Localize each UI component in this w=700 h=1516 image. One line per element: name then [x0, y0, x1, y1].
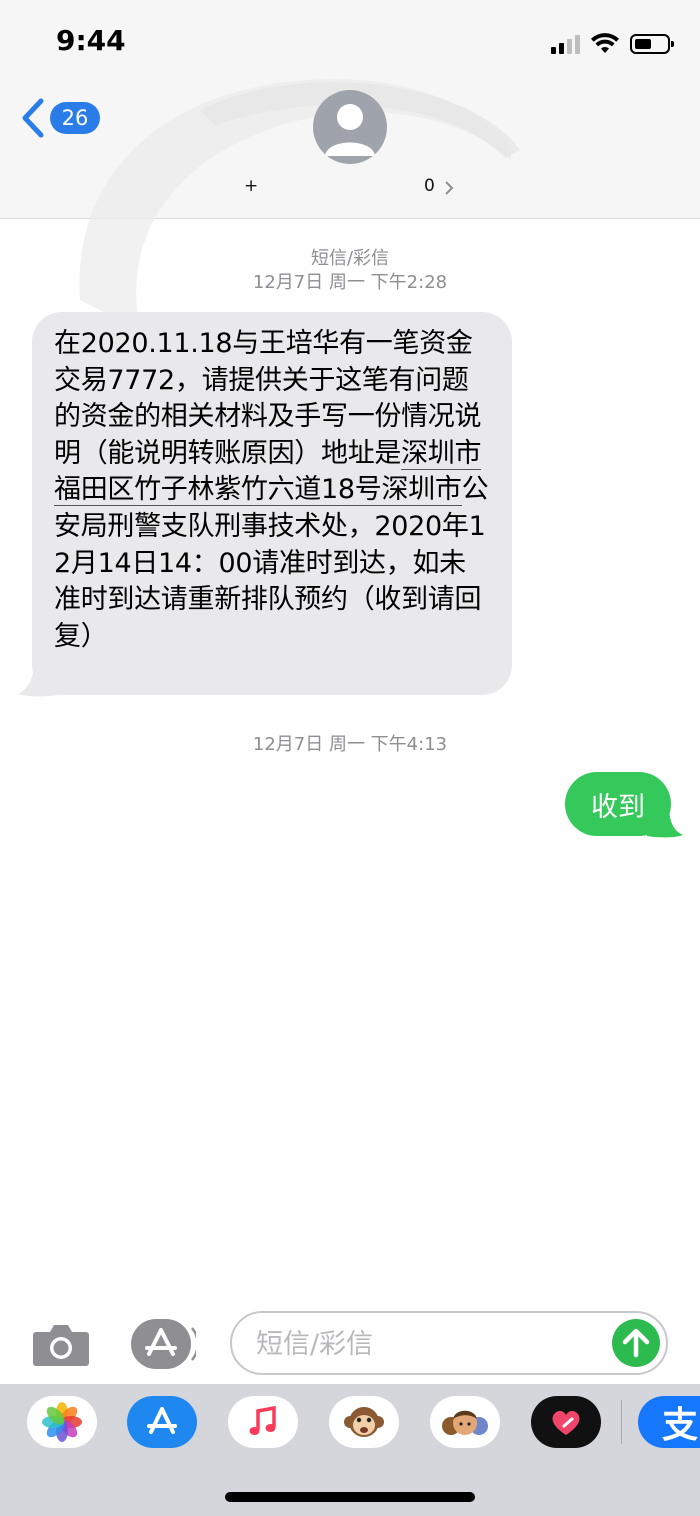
alipay-app-button[interactable]: 支	[638, 1396, 700, 1448]
contact-number-suffix: 0	[424, 176, 435, 196]
animoji-app-button[interactable]	[329, 1396, 399, 1448]
photos-app-button[interactable]	[27, 1396, 97, 1448]
contact-number-prefix: +	[244, 176, 259, 196]
alipay-icon: 支	[661, 1405, 698, 1446]
memoji-stickers-icon	[442, 1410, 488, 1435]
app-store-app-button[interactable]	[127, 1396, 197, 1448]
animoji-icon	[344, 1407, 384, 1437]
camera-button[interactable]	[32, 1322, 90, 1366]
outgoing-message-bubble[interactable]: 收到	[565, 772, 683, 838]
cellular-signal-icon	[551, 34, 580, 54]
person-icon	[325, 104, 375, 156]
battery-icon	[630, 34, 674, 54]
arrow-up-icon	[622, 1328, 650, 1358]
status-time: 9:44	[56, 24, 126, 57]
conversation-header: 9:44 26 + 0	[0, 0, 700, 330]
memoji-stickers-app-button[interactable]	[430, 1396, 500, 1448]
service-label: 短信/彩信	[310, 248, 390, 269]
messages-screen: 9:44 26 + 0 短信/彩信 12月7日 周一 下午2:28 在2020.…	[0, 0, 700, 1516]
wifi-icon	[591, 33, 619, 53]
music-app-button[interactable]	[228, 1396, 298, 1448]
incoming-message-text: 在2020.11.18与王培华有一笔资金交易7772，请提供关于这笔有问题的资金…	[54, 326, 490, 655]
status-icons	[551, 30, 674, 58]
contact-avatar[interactable]	[313, 90, 387, 164]
message-input-field[interactable]	[230, 1311, 668, 1375]
drawer-divider	[621, 1400, 622, 1444]
digital-touch-icon	[552, 1410, 580, 1435]
outgoing-message-text: 收到	[591, 791, 645, 823]
chevron-left-icon	[22, 98, 44, 138]
message-timestamp: 12月7日 周一 下午2:28	[252, 272, 448, 293]
back-button[interactable]: 26	[20, 98, 100, 138]
message-timestamp: 12月7日 周一 下午4:13	[252, 734, 448, 755]
app-store-icon	[147, 1407, 177, 1434]
home-indicator[interactable]	[225, 1492, 475, 1502]
message-input[interactable]	[254, 1323, 618, 1365]
chevron-right-icon	[445, 181, 454, 195]
music-icon	[249, 1405, 276, 1435]
app-store-icon	[131, 1319, 199, 1369]
digital-touch-app-button[interactable]	[531, 1396, 601, 1448]
incoming-message-bubble[interactable]: 在2020.11.18与王培华有一笔资金交易7772，请提供关于这笔有问题的资金…	[18, 312, 512, 697]
bubble-tail	[18, 661, 58, 697]
app-store-button[interactable]	[130, 1318, 199, 1370]
photos-icon	[42, 1402, 82, 1442]
unread-count-badge: 26	[50, 102, 100, 134]
send-button[interactable]	[612, 1319, 660, 1367]
contact-name[interactable]: + 0	[0, 176, 700, 200]
camera-icon	[33, 1325, 89, 1366]
